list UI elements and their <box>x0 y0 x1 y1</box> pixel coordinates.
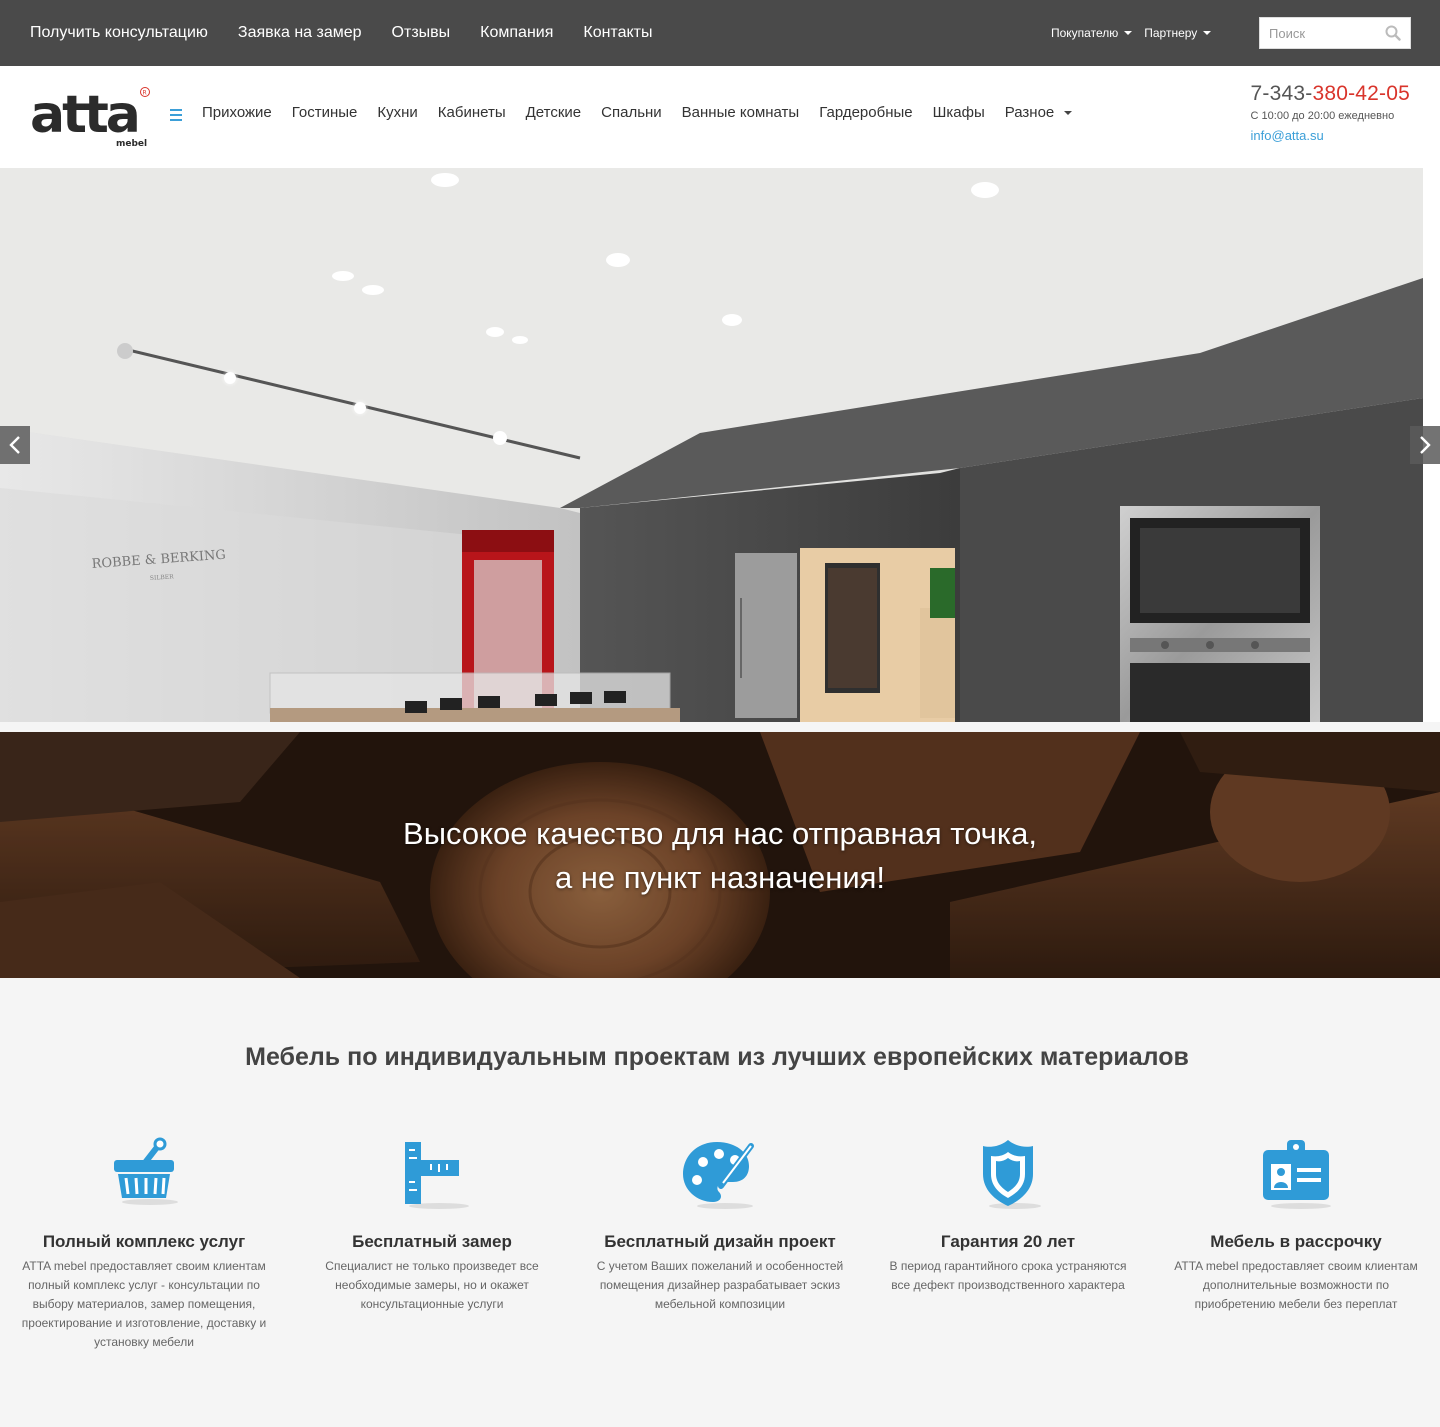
partner-dropdown-label: Партнеру <box>1144 26 1198 40</box>
feature-text: ATTA mebel предоставляет своим клиентам … <box>1174 1259 1418 1311</box>
quality-banner: Высокое качество для нас отправная точка… <box>0 732 1440 978</box>
top-nav-reviews[interactable]: Отзывы <box>392 24 451 42</box>
feature-title: Бесплатный замер <box>352 1232 512 1251</box>
feature-title: Гарантия 20 лет <box>940 1232 1076 1251</box>
ruler-icon <box>307 1136 557 1220</box>
feature-title: Полный комплекс услуг <box>42 1232 246 1251</box>
feature-free-design: Бесплатный дизайн проект С учетом Ваших … <box>595 1136 845 1314</box>
nav-item-offices[interactable]: Кабинеты <box>438 104 506 121</box>
feature-free-measure: Бесплатный замер Специалист не только пр… <box>307 1136 557 1314</box>
buyer-dropdown[interactable]: Покупателю <box>1051 26 1133 40</box>
feature-warranty: Гарантия 20 лет В период гарантийного ср… <box>883 1136 1133 1295</box>
phone-main: 380-42-05 <box>1312 82 1410 105</box>
top-nav-contacts[interactable]: Контакты <box>583 24 652 42</box>
search-box <box>1259 17 1411 49</box>
banner-slogan-line2: а не пункт назначения! <box>554 860 886 895</box>
top-dropdowns: Покупателю Партнеру <box>1051 0 1212 66</box>
feature-title: Мебель в рассрочку <box>1210 1232 1382 1251</box>
working-hours: С 10:00 до 20:00 ежедневно <box>1250 110 1395 122</box>
slider-next-button[interactable] <box>1410 426 1440 464</box>
feature-text: ATTA mebel предоставляет своим клиентам … <box>21 1259 267 1349</box>
svg-text:atta: atta <box>30 86 138 145</box>
search-icon[interactable] <box>1378 18 1408 48</box>
feature-full-service: Полный комплекс услуг ATTA mebel предост… <box>19 1136 269 1352</box>
palette-icon <box>595 1136 845 1220</box>
feature-installments: Мебель в рассрочку ATTA mebel предоставл… <box>1171 1136 1421 1314</box>
slider-prev-button[interactable] <box>0 426 30 464</box>
nav-item-kitchens[interactable]: Кухни <box>377 104 417 121</box>
id-card-icon <box>1171 1136 1421 1220</box>
chevron-down-icon <box>1064 110 1073 115</box>
feature-text: С учетом Ваших пожеланий и особенностей … <box>596 1259 844 1311</box>
nav-item-hallways[interactable]: Прихожие <box>202 104 272 121</box>
nav-item-misc[interactable]: Разное <box>1005 104 1073 121</box>
top-bar: Получить консультацию Заявка на замер От… <box>0 0 1440 66</box>
hero-slider: ROBBE & BERKING SILBER <box>0 168 1440 722</box>
svg-text:mebel: mebel <box>116 139 147 148</box>
top-nav: Получить консультацию Заявка на замер От… <box>30 0 652 66</box>
chevron-down-icon <box>1124 31 1133 35</box>
main-nav: Прихожие Гостиные Кухни Кабинеты Детские… <box>202 104 1073 121</box>
nav-item-living-rooms[interactable]: Гостиные <box>292 104 358 121</box>
banner-slogan: Высокое качество для нас отправная точка… <box>0 812 1440 900</box>
nav-item-kids-rooms[interactable]: Детские <box>526 104 582 121</box>
top-nav-consultation[interactable]: Получить консультацию <box>30 24 208 42</box>
header-contacts: 7-343-380-42-05 С 10:00 до 20:00 ежеднев… <box>1251 82 1410 143</box>
basket-icon <box>19 1136 269 1220</box>
buyer-dropdown-label: Покупателю <box>1051 26 1119 40</box>
search-input[interactable] <box>1260 18 1378 48</box>
nav-item-bedrooms[interactable]: Спальни <box>601 104 662 121</box>
chevron-down-icon <box>1203 31 1212 35</box>
top-nav-measure-request[interactable]: Заявка на замер <box>238 24 362 42</box>
nav-item-misc-label: Разное <box>1004 104 1055 121</box>
atta-logo[interactable]: atta R mebel <box>30 85 152 149</box>
nav-item-wardrobes[interactable]: Гардеробные <box>819 104 912 121</box>
menu-icon[interactable] <box>170 109 182 121</box>
showroom-slide-image: ROBBE & BERKING SILBER <box>0 168 1423 722</box>
chevron-right-icon <box>1420 436 1431 454</box>
phone-number[interactable]: 7-343-380-42-05 <box>1251 82 1410 106</box>
shield-icon <box>883 1136 1133 1220</box>
feature-title: Бесплатный дизайн проект <box>604 1232 836 1251</box>
banner-slogan-line1: Высокое качество для нас отправная точка… <box>403 816 1037 851</box>
phone-prefix: 7-343- <box>1250 82 1313 105</box>
feature-text: В период гарантийного срока устраняются … <box>889 1259 1127 1292</box>
email-link[interactable]: info@atta.su <box>1251 128 1410 143</box>
chevron-left-icon <box>9 436 20 454</box>
top-nav-company[interactable]: Компания <box>480 24 553 42</box>
nav-item-bathrooms[interactable]: Ванные комнаты <box>682 104 800 121</box>
feature-text: Специалист не только произведет все необ… <box>325 1259 539 1311</box>
svg-text:R: R <box>143 90 147 97</box>
partner-dropdown[interactable]: Партнеру <box>1144 26 1212 40</box>
nav-item-closets[interactable]: Шкафы <box>933 104 985 121</box>
features-title: Мебель по индивидуальным проектам из луч… <box>245 1043 1189 1071</box>
site-header: atta R mebel Прихожие Гостиные Кухни Каб… <box>0 66 1440 168</box>
